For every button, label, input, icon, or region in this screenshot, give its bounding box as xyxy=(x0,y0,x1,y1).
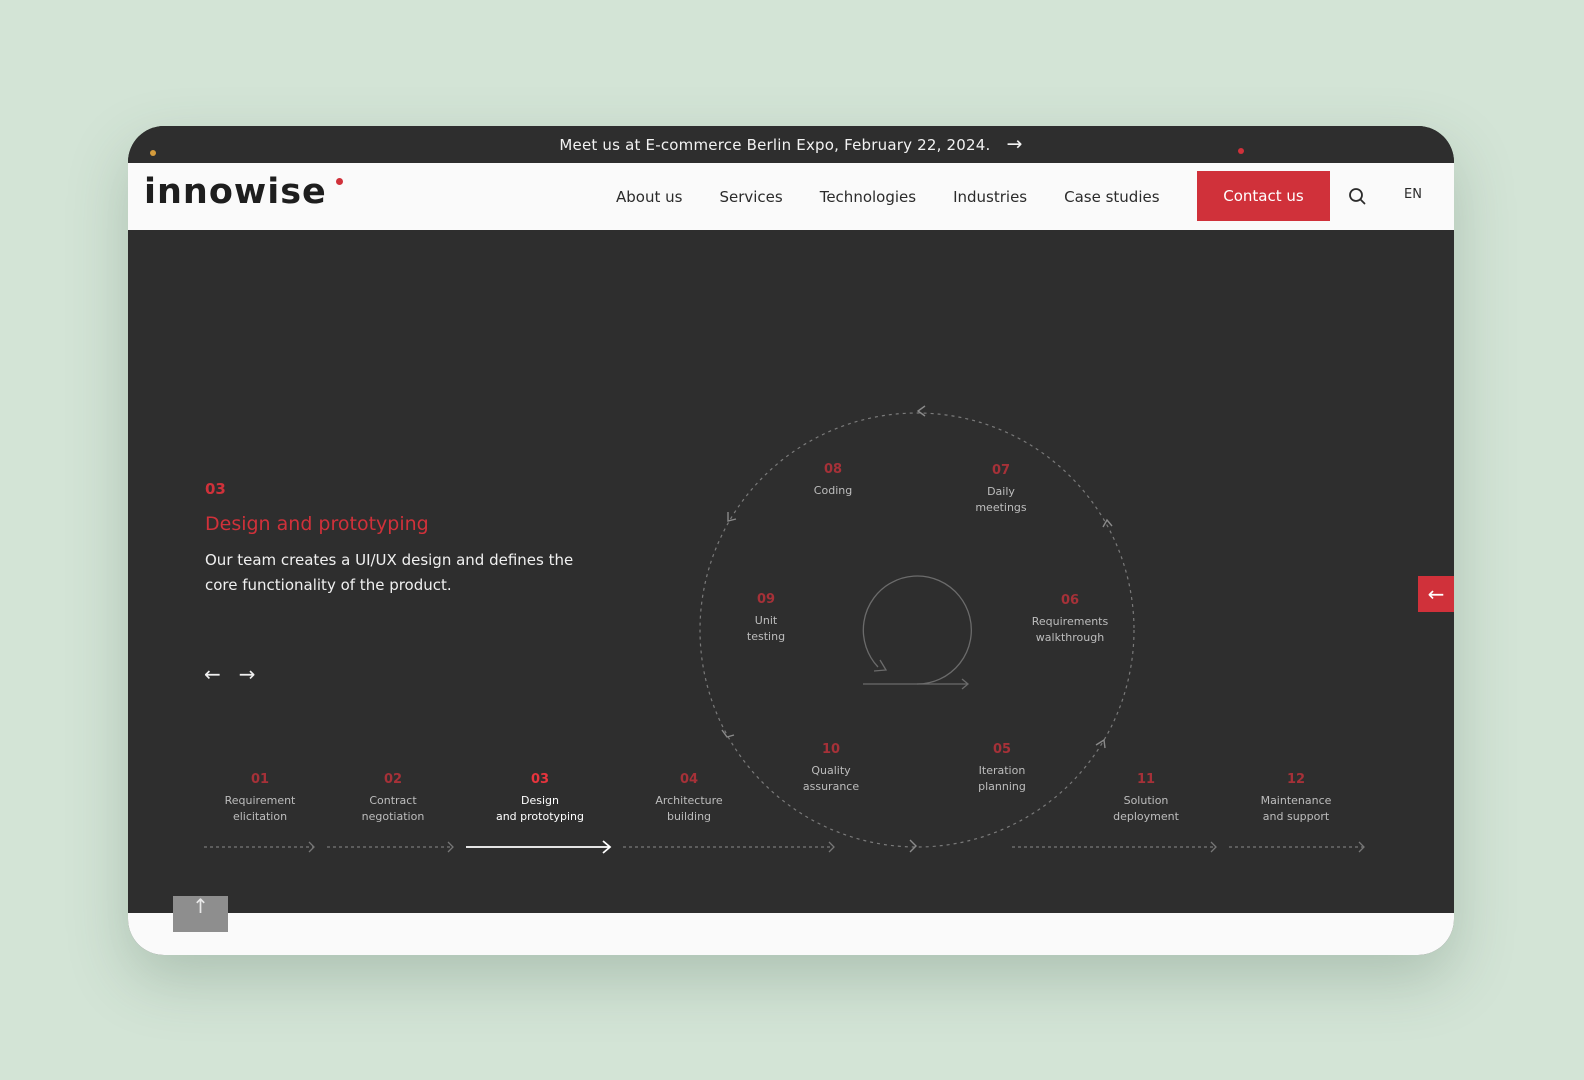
nav-industries[interactable]: Industries xyxy=(953,188,1027,206)
timeline-item-02[interactable]: 02 Contract negotiation xyxy=(333,772,453,825)
cycle-item-label: Coding xyxy=(813,484,853,497)
timeline-item-label: Contract negotiation xyxy=(361,794,425,823)
nav-technologies[interactable]: Technologies xyxy=(820,188,916,206)
cycle-item-10[interactable]: 10 Quality assurance xyxy=(771,742,891,795)
timeline-item-number: 12 xyxy=(1286,772,1306,787)
cycle-item-09[interactable]: 09 Unit testing xyxy=(706,592,826,645)
timeline-item-11[interactable]: 11 Solution deployment xyxy=(1086,772,1206,825)
scroll-to-top-arrow-up-icon[interactable]: ↑ xyxy=(173,896,228,932)
timeline-item-label: Requirement elicitation xyxy=(224,794,296,823)
timeline-item-label: Solution deployment xyxy=(1113,794,1179,823)
cycle-item-label: Unit testing xyxy=(746,614,786,643)
language-selector[interactable]: EN xyxy=(1404,187,1422,202)
cycle-item-label: Daily meetings xyxy=(975,485,1027,514)
timeline-item-04[interactable]: 04 Architecture building xyxy=(629,772,749,825)
timeline-item-number: 11 xyxy=(1136,772,1156,787)
timeline-item-number: 03 xyxy=(530,772,550,787)
timeline-item-label: Maintenance and support xyxy=(1260,794,1332,823)
cycle-item-08[interactable]: 08 Coding xyxy=(773,462,893,499)
timeline-item-03[interactable]: 03 Design and prototyping xyxy=(480,772,600,825)
timeline-item-label: Design and prototyping xyxy=(495,794,585,823)
decor-dot-orange xyxy=(150,150,156,156)
timeline-item-01[interactable]: 01 Requirement elicitation xyxy=(200,772,320,825)
ring-arrow-top xyxy=(916,405,926,417)
process-section: 03 Design and prototyping Our team creat… xyxy=(128,230,1454,913)
arrow-right-icon[interactable]: → xyxy=(1007,135,1023,154)
timeline-item-12[interactable]: 12 Maintenance and support xyxy=(1236,772,1356,825)
timeline-seg-1-arrow xyxy=(308,841,315,853)
nav-case-studies[interactable]: Case studies xyxy=(1064,188,1159,206)
side-tab-arrow-left-icon[interactable]: ← xyxy=(1418,576,1454,612)
cycle-item-07[interactable]: 07 Daily meetings xyxy=(941,463,1061,516)
inner-loop xyxy=(862,575,972,685)
cycle-item-05[interactable]: 05 Iteration planning xyxy=(942,742,1062,795)
cycle-item-number: 09 xyxy=(756,592,776,607)
contact-us-button[interactable]: Contact us xyxy=(1197,171,1330,221)
cycle-item-06[interactable]: 06 Requirements walkthrough xyxy=(1010,593,1130,646)
cycle-item-label: Iteration planning xyxy=(978,764,1026,793)
timeline-item-number: 01 xyxy=(250,772,270,787)
ring-arrow-bottom xyxy=(909,839,917,853)
nav-services[interactable]: Services xyxy=(719,188,782,206)
search-icon[interactable] xyxy=(1348,187,1366,205)
decor-dot-red xyxy=(1238,148,1244,154)
nav-about-us[interactable]: About us xyxy=(616,188,682,206)
timeline-item-label: Architecture building xyxy=(655,794,723,823)
timeline-item-number: 04 xyxy=(679,772,699,787)
announcement-text: Meet us at E-commerce Berlin Expo, Febru… xyxy=(559,135,991,154)
cycle-item-label: Quality assurance xyxy=(802,764,860,793)
logo-dot xyxy=(336,178,343,185)
ring-arrow-right-lower xyxy=(1095,738,1106,749)
cycle-item-number: 06 xyxy=(1060,593,1080,608)
cycle-item-number: 10 xyxy=(821,742,841,757)
cycle-item-number: 07 xyxy=(991,463,1011,478)
cycle-item-label: Requirements walkthrough xyxy=(1031,615,1109,644)
cycle-item-number: 08 xyxy=(823,462,843,477)
logo[interactable]: innowise xyxy=(144,172,327,212)
bottom-strip xyxy=(128,913,1454,955)
ring-arrow-left-lower xyxy=(721,729,735,738)
timeline-item-number: 02 xyxy=(383,772,403,787)
announcement-bar[interactable]: Meet us at E-commerce Berlin Expo, Febru… xyxy=(128,126,1454,163)
main-nav: About us Services Technologies Industrie… xyxy=(616,163,1197,230)
site-header: innowise About us Services Technologies … xyxy=(128,163,1454,230)
browser-window: Meet us at E-commerce Berlin Expo, Febru… xyxy=(128,126,1454,955)
cycle-item-number: 05 xyxy=(992,742,1012,757)
